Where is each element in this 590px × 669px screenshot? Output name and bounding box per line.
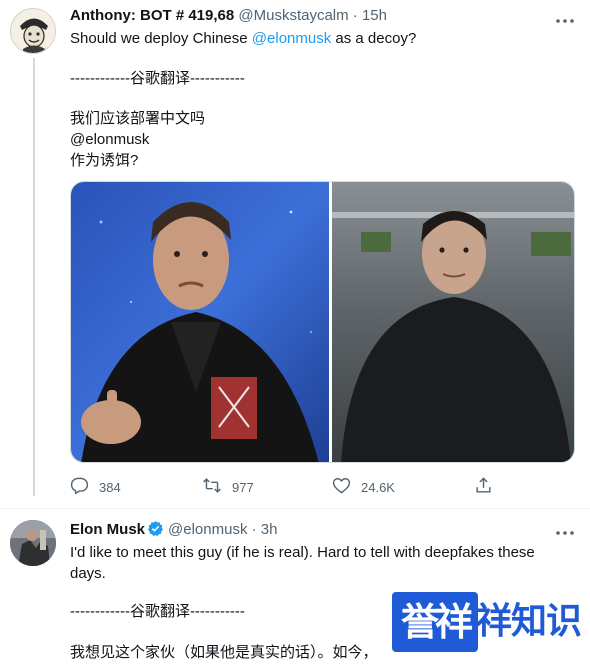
tweet-text-part: Should we deploy Chinese [70,30,252,47]
tweet-time[interactable]: 15h [362,7,387,24]
tweet-actions: 384 977 24.6K [70,476,510,498]
avatar-anthony[interactable] [10,8,56,54]
retweet-count: 977 [232,479,254,495]
more-icon[interactable] [556,524,574,535]
translation-divider: ------------谷歌翻译----------- [70,70,245,87]
reply-count: 384 [99,479,121,495]
reply-icon [70,476,99,498]
thread-connector [33,58,35,496]
watermark-logo: 誉祥 祥知识 [392,588,588,654]
tweet-media-image[interactable] [70,181,575,463]
tweet-header: Anthony: BOT # 419,68 @Muskstaycalm · 15… [70,6,387,26]
retweet-button[interactable]: 977 [202,476,254,498]
translation-line: 我们应该部署中文吗 [70,110,206,127]
tweet-text: Should we deploy Chinese @elonmusk as a … [70,28,416,49]
display-name[interactable]: Elon Musk [70,521,145,538]
like-count: 24.6K [361,479,395,495]
watermark-badge-text: 誉祥 [400,600,473,644]
tweet-text: days. [70,565,106,582]
watermark-text: 祥知识 [476,601,582,642]
share-button[interactable] [474,476,503,498]
avatar-elonmusk[interactable] [10,520,56,566]
watermark-badge: 誉祥 [392,592,478,652]
meta-separator: · [352,7,358,24]
meta-separator: · [251,521,257,538]
tweet-text: I'd like to meet this guy (if he is real… [70,544,535,561]
tweet-header: Elon Musk @elonmusk · 3h [70,520,277,543]
more-icon[interactable] [556,12,574,23]
verified-badge-icon [147,520,164,543]
tweet-time[interactable]: 3h [261,521,278,538]
tweet-text-part: as a decoy? [331,30,417,47]
like-icon [332,476,361,498]
reply-button[interactable]: 384 [70,476,121,498]
retweet-icon [202,476,232,498]
translation-line: 作为诱饵? [70,152,139,169]
user-handle[interactable]: @elonmusk [168,521,247,538]
user-handle[interactable]: @Muskstaycalm [238,7,348,24]
display-name[interactable]: Anthony: BOT # 419,68 [70,7,234,24]
share-icon [474,476,503,498]
translation-line: @elonmusk [70,131,150,148]
translation-divider: ------------谷歌翻译----------- [70,603,245,620]
tweet-divider [0,508,590,509]
like-button[interactable]: 24.6K [332,476,395,498]
mention-link[interactable]: @elonmusk [252,30,331,47]
translation-line: 我想见这个家伙（如果他是真实的话）。如今， [70,644,378,661]
